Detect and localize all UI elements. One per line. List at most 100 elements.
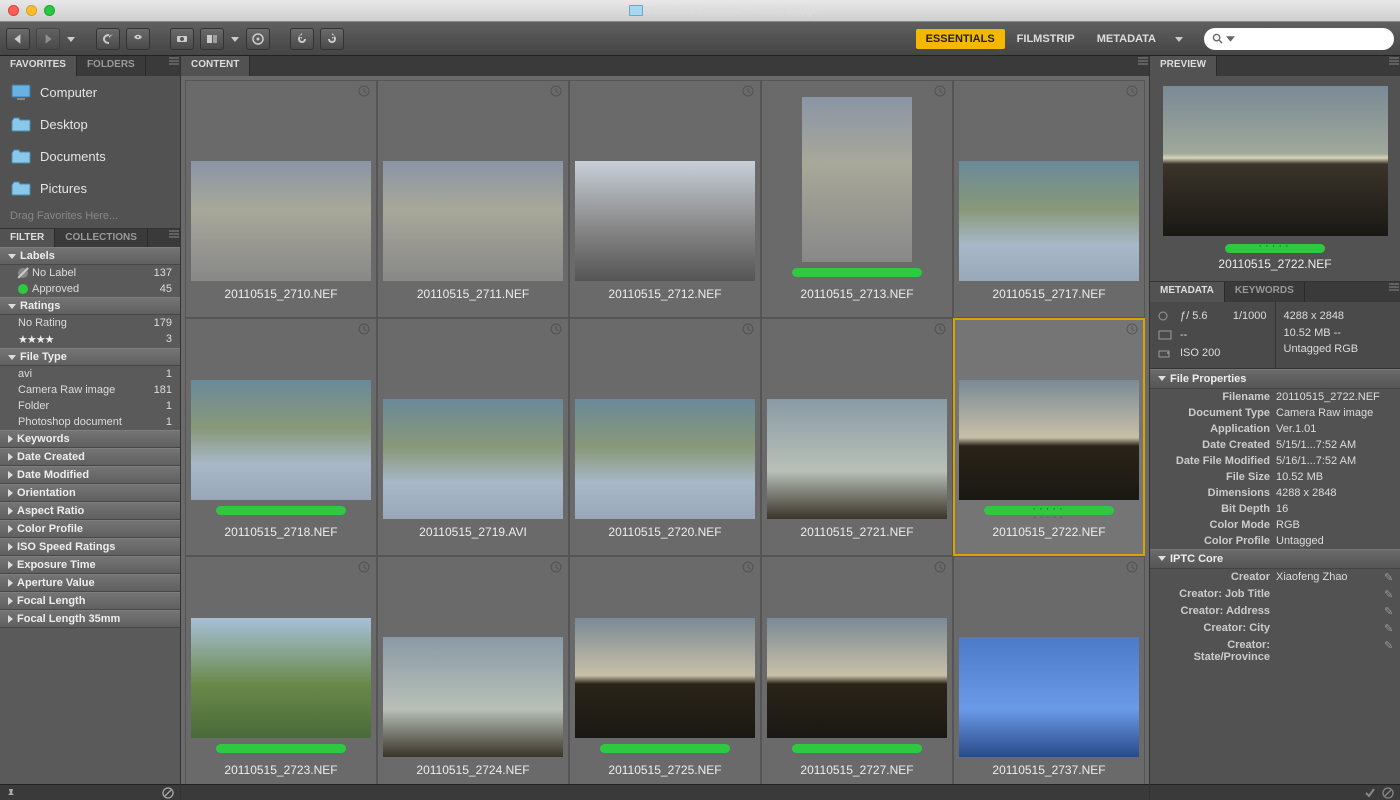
filter-row[interactable]: avi1 <box>0 366 180 382</box>
minimize-window-button[interactable] <box>26 5 37 16</box>
thumbnail-cell[interactable]: 20110515_2710.NEF <box>185 80 377 318</box>
filter-section-header[interactable]: Ratings <box>0 297 180 315</box>
reveal-button[interactable] <box>126 28 150 50</box>
favorites-item[interactable]: Desktop <box>0 108 180 140</box>
filter-row[interactable]: No Label137 <box>0 265 180 281</box>
pin-icon[interactable] <box>6 788 16 798</box>
thumbnail-image <box>767 618 947 738</box>
tab-favorites[interactable]: FAVORITES <box>0 56 77 76</box>
filter-row[interactable]: ★★★★3 <box>0 331 180 348</box>
filter-section-header[interactable]: File Type <box>0 348 180 366</box>
filter-row[interactable]: Approved45 <box>0 281 180 297</box>
open-camera-raw-button[interactable] <box>246 28 270 50</box>
thumbnail-cell[interactable]: ·····20110515_2722.NEF <box>953 318 1145 556</box>
metadata-row[interactable]: Creator: State/Province✎ <box>1150 637 1400 665</box>
favorites-options-icon[interactable] <box>168 56 180 66</box>
filter-row[interactable]: Photoshop document1 <box>0 414 180 430</box>
filter-section-header[interactable]: Date Modified <box>0 466 180 484</box>
filter-section-header[interactable]: Color Profile <box>0 520 180 538</box>
metadata-row[interactable]: Creator: Job Title✎ <box>1150 586 1400 603</box>
boomerang-button[interactable] <box>96 28 120 50</box>
rotate-cw-button[interactable] <box>320 28 344 50</box>
content-options-icon[interactable] <box>1137 56 1149 66</box>
filter-section-header[interactable]: Aspect Ratio <box>0 502 180 520</box>
edit-pencil-icon[interactable]: ✎ <box>1384 622 1394 635</box>
favorites-item[interactable]: Computer <box>0 76 180 108</box>
thumbnail-cell[interactable]: 20110515_2737.NEF <box>953 556 1145 784</box>
filter-row[interactable]: No Rating179 <box>0 315 180 331</box>
filter-section-header[interactable]: Date Created <box>0 448 180 466</box>
tab-keywords[interactable]: KEYWORDS <box>1225 282 1305 302</box>
filter-section-header[interactable]: Exposure Time <box>0 556 180 574</box>
workspace-essentials[interactable]: ESSENTIALS <box>916 29 1005 49</box>
metadata-row[interactable]: CreatorXiaofeng Zhao✎ <box>1150 569 1400 586</box>
thumbnail-image <box>959 161 1139 281</box>
tab-metadata[interactable]: METADATA <box>1150 282 1225 302</box>
nav-back-button[interactable] <box>6 28 30 50</box>
folder-icon <box>10 147 32 165</box>
cancel-metadata-icon[interactable] <box>1382 787 1394 799</box>
thumbnail-cell[interactable]: 20110515_2717.NEF <box>953 80 1145 318</box>
favorites-item[interactable]: Pictures <box>0 172 180 204</box>
metadata-section-header[interactable]: IPTC Core <box>1150 549 1400 569</box>
favorites-item[interactable]: Documents <box>0 140 180 172</box>
thumbnail-badge-icon <box>934 323 946 338</box>
filter-section-header[interactable]: Aperture Value <box>0 574 180 592</box>
apply-metadata-icon[interactable] <box>1364 787 1376 799</box>
search-dropdown-icon[interactable] <box>1225 33 1236 44</box>
approved-label <box>216 506 346 515</box>
thumbnail-filename: 20110515_2722.NEF <box>992 519 1105 551</box>
tab-folders[interactable]: FOLDERS <box>77 56 146 76</box>
thumbnail-cell[interactable]: 20110515_2721.NEF <box>761 318 953 556</box>
thumbnail-cell[interactable]: 20110515_2725.NEF <box>569 556 761 784</box>
filter-section-header[interactable]: Orientation <box>0 484 180 502</box>
thumbnail-cell[interactable]: 20110515_2724.NEF <box>377 556 569 784</box>
tab-filter[interactable]: FILTER <box>0 229 55 247</box>
thumbnail-cell[interactable]: 20110515_2713.NEF <box>761 80 953 318</box>
edit-pencil-icon[interactable]: ✎ <box>1384 605 1394 618</box>
thumbnail-badge-icon <box>550 561 562 576</box>
thumbnail-cell[interactable]: 20110515_2720.NEF <box>569 318 761 556</box>
edit-pencil-icon[interactable]: ✎ <box>1384 639 1394 663</box>
filter-options-icon[interactable] <box>168 229 180 239</box>
thumbnail-cell[interactable]: 20110515_2719.AVI <box>377 318 569 556</box>
filter-section-header[interactable]: ISO Speed Ratings <box>0 538 180 556</box>
get-photos-button[interactable] <box>170 28 194 50</box>
workspace-filmstrip[interactable]: FILMSTRIP <box>1007 29 1085 49</box>
thumbnail-cell[interactable]: 20110515_2723.NEF <box>185 556 377 784</box>
edit-pencil-icon[interactable]: ✎ <box>1384 571 1394 584</box>
zoom-window-button[interactable] <box>44 5 55 16</box>
preview-image[interactable] <box>1163 86 1388 236</box>
cancel-icon[interactable] <box>162 787 174 799</box>
thumbnail-cell[interactable]: 20110515_2727.NEF <box>761 556 953 784</box>
thumbnail-cell[interactable]: 20110515_2712.NEF <box>569 80 761 318</box>
filter-row[interactable]: Camera Raw image181 <box>0 382 180 398</box>
filter-section-header[interactable]: Labels <box>0 247 180 265</box>
recent-dropdown-icon[interactable] <box>66 34 76 44</box>
nav-forward-button[interactable] <box>36 28 60 50</box>
tab-content[interactable]: CONTENT <box>181 56 250 76</box>
filter-section-header[interactable]: Focal Length <box>0 592 180 610</box>
rotate-ccw-button[interactable] <box>290 28 314 50</box>
thumbnail-cell[interactable]: 20110515_2718.NEF <box>185 318 377 556</box>
search-box[interactable] <box>1204 28 1394 50</box>
workspace-metadata[interactable]: METADATA <box>1087 29 1166 49</box>
right-status-bar <box>1150 784 1400 800</box>
filter-row[interactable]: Folder1 <box>0 398 180 414</box>
tab-preview[interactable]: PREVIEW <box>1150 56 1217 76</box>
refine-dropdown-icon[interactable] <box>230 34 240 44</box>
metadata-row[interactable]: Creator: Address✎ <box>1150 603 1400 620</box>
workspace-dropdown-icon[interactable] <box>1174 34 1184 44</box>
filter-section-header[interactable]: Focal Length 35mm <box>0 610 180 628</box>
close-window-button[interactable] <box>8 5 19 16</box>
thumbnail-cell[interactable]: 20110515_2711.NEF <box>377 80 569 318</box>
edit-pencil-icon[interactable]: ✎ <box>1384 588 1394 601</box>
tab-collections[interactable]: COLLECTIONS <box>55 229 148 247</box>
refine-button[interactable] <box>200 28 224 50</box>
thumbnail-badge-icon <box>742 85 754 100</box>
metadata-row[interactable]: Creator: City✎ <box>1150 620 1400 637</box>
filter-section-header[interactable]: Keywords <box>0 430 180 448</box>
metadata-options-icon[interactable] <box>1388 282 1400 292</box>
preview-options-icon[interactable] <box>1388 56 1400 66</box>
metadata-section-header[interactable]: File Properties <box>1150 369 1400 389</box>
